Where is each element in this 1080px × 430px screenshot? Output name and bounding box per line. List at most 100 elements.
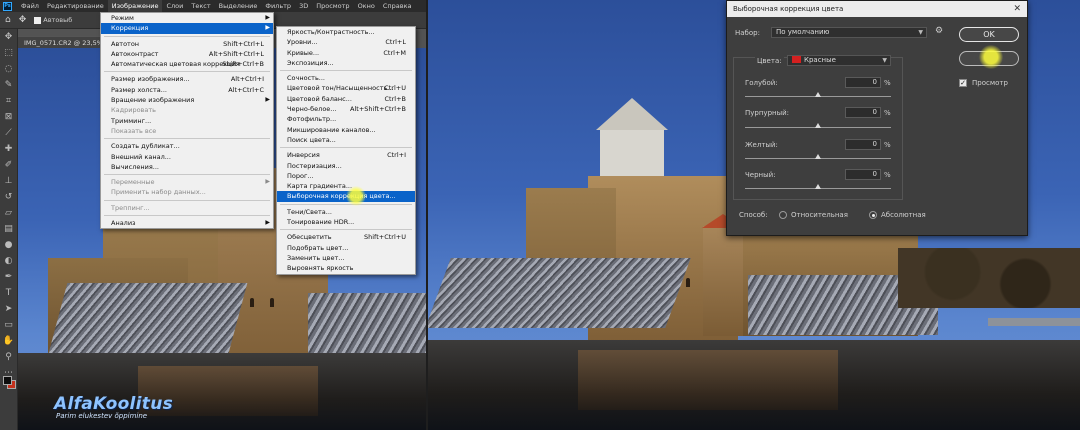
menu-item-brightness-contrast[interactable]: Яркость/Контрастность... <box>277 27 415 37</box>
colors-label: Цвета: <box>755 57 784 65</box>
move-icon[interactable]: ✥ <box>0 29 17 45</box>
menu-item-trim[interactable]: Тримминг... <box>101 116 273 126</box>
checkbox-box[interactable] <box>34 16 42 24</box>
hand-icon[interactable]: ✋ <box>0 333 17 349</box>
chevron-down-icon: ▼ <box>882 57 887 64</box>
black-value-input[interactable]: 0 <box>845 169 881 180</box>
menu-item-match-color[interactable]: Подобрать цвет... <box>277 243 415 253</box>
menu-filter[interactable]: Фильтр <box>261 0 295 12</box>
menu-item-auto-tone[interactable]: Автотон Shift+Ctrl+L <box>101 39 273 49</box>
yellow-value-input[interactable]: 0 <box>845 139 881 150</box>
menu-select[interactable]: Выделение <box>215 0 262 12</box>
quick-select-icon[interactable]: ✎ <box>0 77 17 93</box>
menu-item-exposure[interactable]: Экспозиция... <box>277 58 415 68</box>
menu-view[interactable]: Просмотр <box>312 0 353 12</box>
menu-item-label: Фотофильтр... <box>287 115 337 124</box>
preview-checkbox[interactable]: ✓ <box>959 79 967 87</box>
menu-item-channel-mixer[interactable]: Микширование каналов... <box>277 125 415 135</box>
menu-item-auto-color[interactable]: Автоматическая цветовая коррекция Shift+C… <box>101 59 273 69</box>
menu-item-vibrance[interactable]: Сочность... <box>277 73 415 83</box>
blur-icon[interactable]: ● <box>0 237 17 253</box>
menu-item-hue-saturation[interactable]: Цветовой тон/Насыщенность... Ctrl+U <box>277 83 415 93</box>
dialog-title-bar[interactable]: Выборочная коррекция цвета ✕ <box>727 1 1027 17</box>
menu-item-gradient-map[interactable]: Карта градиента... <box>277 181 415 191</box>
menu-item-hdr-toning[interactable]: Тонирование HDR... <box>277 217 415 227</box>
menu-type[interactable]: Текст <box>187 0 214 12</box>
menu-item-label: Обесцветить <box>287 233 332 242</box>
menu-help[interactable]: Справка <box>379 0 416 12</box>
auto-select-checkbox[interactable]: Автовыб <box>34 16 72 24</box>
castle-small-tower <box>703 226 743 336</box>
frame-icon[interactable]: ⊠ <box>0 109 17 125</box>
menu-item-desaturate[interactable]: Обесцветить Shift+Ctrl+U <box>277 232 415 242</box>
menu-item-mode[interactable]: Режим ▶ <box>101 13 273 23</box>
menu-image[interactable]: Изображение <box>107 0 163 12</box>
zoom-icon[interactable]: ⚲ <box>0 349 17 365</box>
clone-stamp-icon[interactable]: ⊥ <box>0 173 17 189</box>
menu-item-shadows-highlights[interactable]: Тени/Света... <box>277 207 415 217</box>
path-selection-icon[interactable]: ➤ <box>0 301 17 317</box>
menu-window[interactable]: Окно <box>354 0 379 12</box>
colors-select[interactable]: Красные ▼ <box>787 55 891 66</box>
history-brush-icon[interactable]: ↺ <box>0 189 17 205</box>
preset-select[interactable]: По умолчанию ▼ <box>771 27 927 38</box>
menu-layers[interactable]: Слои <box>162 0 187 12</box>
eyedropper-icon[interactable]: ⟋ <box>0 125 17 141</box>
menu-item-image-size[interactable]: Размер изображения... Alt+Ctrl+I <box>101 74 273 84</box>
dodge-icon[interactable]: ◐ <box>0 253 17 269</box>
magenta-value-input[interactable]: 0 <box>845 107 881 118</box>
menu-item-photo-filter[interactable]: Фотофильтр... <box>277 114 415 124</box>
ok-button[interactable]: OK <box>959 27 1019 42</box>
black-slider-thumb[interactable] <box>815 184 821 189</box>
menu-item-curves[interactable]: Кривые... Ctrl+M <box>277 48 415 58</box>
menu-item-invert[interactable]: Инверсия Ctrl+I <box>277 150 415 160</box>
menu-item-black-white[interactable]: Черно-белое... Alt+Shift+Ctrl+B <box>277 104 415 114</box>
menu-item-adjustments[interactable]: Коррекция ▶ <box>101 23 273 34</box>
menu-separator <box>104 215 270 217</box>
close-icon[interactable]: ✕ <box>1013 1 1021 17</box>
menu-item-threshold[interactable]: Порог... <box>277 171 415 181</box>
eraser-icon[interactable]: ▱ <box>0 205 17 221</box>
menu-item-posterize[interactable]: Постеризация... <box>277 161 415 171</box>
menu-item-duplicate[interactable]: Создать дубликат... <box>101 141 273 151</box>
menu-item-levels[interactable]: Уровни... Ctrl+L <box>277 37 415 47</box>
cyan-slider-thumb[interactable] <box>815 92 821 97</box>
menu-item-auto-contrast[interactable]: Автоконтраст Alt+Shift+Ctrl+L <box>101 49 273 59</box>
yellow-slider-thumb[interactable] <box>815 154 821 159</box>
menu-item-image-rotation[interactable]: Вращение изображения ▶ <box>101 95 273 105</box>
menu-3d[interactable]: 3D <box>295 0 312 12</box>
pen-icon[interactable]: ✒ <box>0 269 17 285</box>
menu-item-apply-image[interactable]: Внешний канал... <box>101 152 273 162</box>
shape-icon[interactable]: ▭ <box>0 317 17 333</box>
menu-item-analysis[interactable]: Анализ ▶ <box>101 218 273 228</box>
menu-item-equalize[interactable]: Выровнять яркость <box>277 263 415 273</box>
menu-item-label: Микширование каналов... <box>287 125 376 134</box>
gradient-icon[interactable]: ▤ <box>0 221 17 237</box>
magenta-slider-thumb[interactable] <box>815 123 821 128</box>
foreground-color-swatch[interactable] <box>3 376 12 385</box>
menu-separator <box>104 35 270 37</box>
cyan-value-input[interactable]: 0 <box>845 77 881 88</box>
menu-file[interactable]: Файл <box>17 0 43 12</box>
menu-item-label: Вращение изображения <box>111 96 195 105</box>
healing-brush-icon[interactable]: ✚ <box>0 141 17 157</box>
brush-icon[interactable]: ✐ <box>0 157 17 173</box>
gear-icon[interactable]: ⚙ <box>935 26 943 36</box>
absolute-radio[interactable] <box>869 211 877 219</box>
marquee-icon[interactable]: ⬚ <box>0 45 17 61</box>
type-icon[interactable]: T <box>0 285 17 301</box>
document-tab[interactable]: IMG_0571.CR2 @ 23,5% <box>18 36 109 48</box>
menu-item-color-balance[interactable]: Цветовой баланс... Ctrl+B <box>277 94 415 104</box>
home-icon[interactable]: ⌂ <box>5 15 11 25</box>
menu-item-shortcut: Shift+Ctrl+L <box>223 39 264 48</box>
menu-item-replace-color[interactable]: Заменить цвет... <box>277 253 415 263</box>
menu-edit[interactable]: Редактирование <box>43 0 108 12</box>
menu-item-canvas-size[interactable]: Размер холста... Alt+Ctrl+C <box>101 85 273 95</box>
move-tool-icon[interactable]: ✥ <box>19 15 27 25</box>
lasso-icon[interactable]: ◌ <box>0 61 17 77</box>
menu-item-calculations[interactable]: Вычисления... <box>101 162 273 172</box>
crop-icon[interactable]: ⌗ <box>0 93 17 109</box>
relative-radio[interactable] <box>779 211 787 219</box>
menu-item-color-lookup[interactable]: Поиск цвета... <box>277 135 415 145</box>
menu-item-reveal-all: Показать все <box>101 126 273 136</box>
